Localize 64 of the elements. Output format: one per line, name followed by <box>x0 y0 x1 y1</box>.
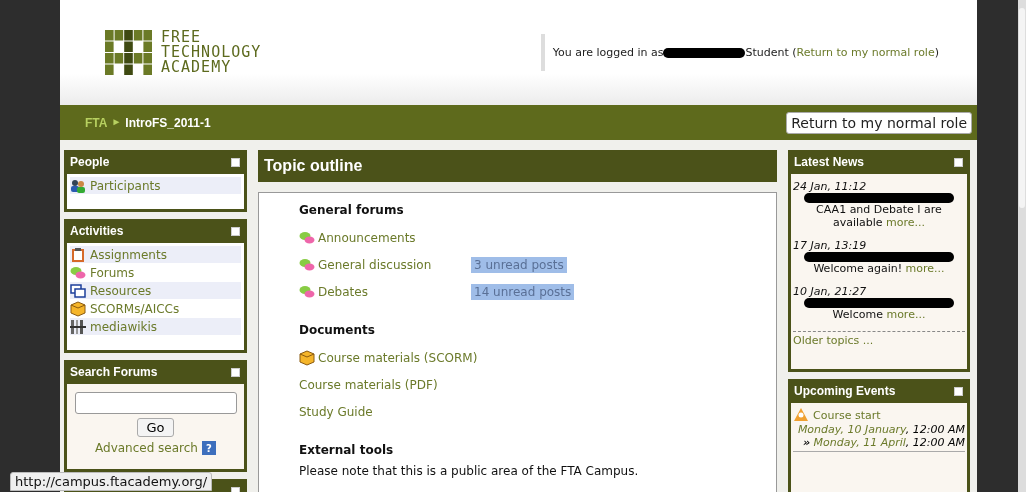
collapse-icon[interactable] <box>231 157 240 167</box>
resource-link[interactable]: Debates <box>318 284 468 299</box>
block-title: Upcoming Events <box>794 384 896 398</box>
block-title: People <box>70 155 110 169</box>
news-text: CAA1 and Debate I are available more... <box>815 203 943 229</box>
unread-posts-link[interactable]: 14 unread posts <box>471 283 575 300</box>
more-link[interactable]: more... <box>886 308 926 321</box>
resource-link[interactable]: General discussion <box>318 257 468 272</box>
chat-icon <box>299 283 315 300</box>
block-link[interactable]: Assignments <box>70 246 241 263</box>
news-text: Welcome again! more... <box>812 262 946 275</box>
warning-icon <box>793 407 809 423</box>
scrollbar-thumb[interactable] <box>1019 8 1025 208</box>
event-dates: Monday, 10 January, 12:00 AM » Monday, 11 April, 12:00 AM <box>796 423 965 449</box>
collapse-icon[interactable] <box>231 367 240 377</box>
block-link[interactable]: Resources <box>70 282 241 299</box>
section-heading: External tools <box>299 443 395 457</box>
collapse-icon[interactable] <box>954 157 963 167</box>
wiki-icon <box>70 318 86 335</box>
chat-icon <box>299 256 315 273</box>
block-link[interactable]: mediawikis <box>70 318 241 335</box>
return-role-button[interactable]: Return to my normal role <box>786 111 972 134</box>
resource-link[interactable]: Announcements <box>318 230 416 245</box>
news-text: Welcome more... <box>831 308 927 321</box>
logo-text: FREE TECHNOLOGY ACADEMY <box>161 30 262 75</box>
people-icon <box>70 177 86 194</box>
news-date: 10 Jan, 21:27 <box>793 285 867 298</box>
status-url: http://campus.ftacademy.org/ <box>10 472 213 491</box>
news-date: 17 Jan, 13:19 <box>793 239 867 252</box>
notice-text: Please note that this is a public area of the FTA Campus. <box>299 464 640 478</box>
more-link[interactable]: more... <box>886 216 926 229</box>
block-title: Search Forums <box>70 365 158 379</box>
section-heading: Documents <box>299 323 376 337</box>
unread-posts-link[interactable]: 3 unread posts <box>471 256 567 273</box>
chat-icon <box>70 264 86 281</box>
block-link[interactable]: Participants <box>70 177 241 194</box>
resource-link[interactable]: Course materials (PDF) <box>299 377 438 392</box>
search-field[interactable] <box>74 392 237 414</box>
box-icon <box>299 349 315 366</box>
windows-icon <box>70 282 86 299</box>
collapse-icon[interactable] <box>231 226 240 236</box>
news-date: 24 Jan, 11:12 <box>793 180 867 193</box>
logo-icon <box>105 29 153 76</box>
breadcrumb-link[interactable]: IntroFS_2011-1 <box>125 115 211 130</box>
clipboard-icon <box>70 246 86 263</box>
section-heading: General forums <box>299 203 405 217</box>
section-title: Topic outline <box>258 150 777 182</box>
login-info: You are logged in as Student (Return to my normal role) <box>540 34 947 71</box>
resource-link[interactable]: Study Guide <box>299 404 373 419</box>
breadcrumb-link[interactable]: FTA <box>85 115 108 130</box>
event-link[interactable]: Course start <box>813 408 881 422</box>
older-topics-link[interactable]: Older topics ... <box>793 334 874 347</box>
collapse-icon[interactable] <box>954 386 963 396</box>
block-title: Activities <box>70 224 124 238</box>
separator-arrow: ► <box>111 115 122 129</box>
box-icon <box>70 300 86 317</box>
block-title: Latest News <box>794 155 865 169</box>
return-role-link[interactable]: Return to my normal role <box>796 46 935 59</box>
advanced-search-link[interactable]: Advanced search <box>95 441 198 455</box>
go-button[interactable]: Go <box>137 418 174 437</box>
chat-icon <box>299 229 315 246</box>
help-icon[interactable]: ? <box>201 441 216 455</box>
resource-link[interactable]: Course materials (SCORM) <box>318 350 478 365</box>
more-link[interactable]: more... <box>905 262 945 275</box>
